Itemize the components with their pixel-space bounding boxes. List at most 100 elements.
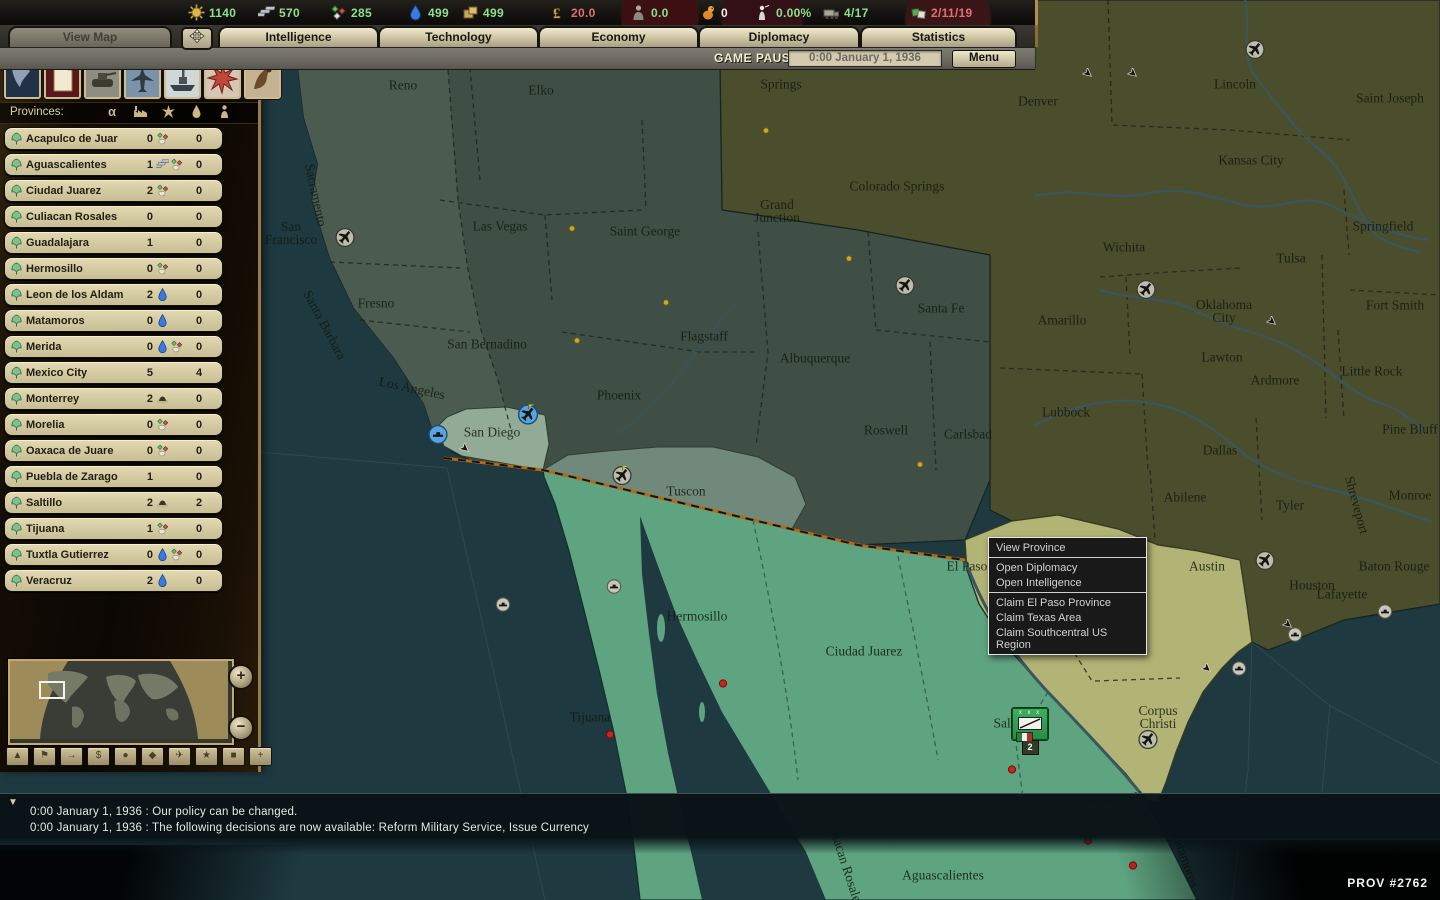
minimap[interactable] [8, 659, 234, 745]
airbase-icon[interactable] [613, 466, 632, 490]
map-mode-victory-button[interactable]: ★ [195, 747, 218, 766]
province-leaf-icon [10, 262, 23, 275]
province-row[interactable]: Saltillo22 [4, 491, 223, 514]
menu-item-claim-southcentral-us-region[interactable]: Claim Southcentral US Region [989, 625, 1146, 652]
menu-item-open-intelligence[interactable]: Open Intelligence [989, 575, 1146, 590]
move-map-button[interactable] [181, 27, 213, 50]
metal-resource-icon [156, 158, 169, 171]
airbase-icon[interactable] [1246, 40, 1265, 64]
province-leaf-icon [10, 496, 23, 509]
tab-view-map[interactable]: View Map [8, 26, 172, 47]
map-mode-terrain-button[interactable]: ▲ [6, 747, 29, 766]
port-icon[interactable] [496, 597, 511, 617]
map-mode-political-button[interactable]: ⚑ [33, 747, 56, 766]
province-row[interactable]: Oaxaca de Juare00 [4, 439, 223, 462]
map-label: Ardmore [1251, 374, 1300, 387]
province-name: Morelia [26, 419, 139, 431]
sort-by-manpower-icon[interactable] [216, 104, 232, 120]
province-row[interactable]: Morelia00 [4, 413, 223, 436]
province-leaf-icon [10, 366, 23, 379]
tab-intelligence[interactable]: Intelligence [218, 26, 379, 47]
provinces-header-label: Provinces: [10, 106, 64, 118]
province-row[interactable]: Tuxtla Gutierrez00 [4, 543, 223, 566]
oil: 499 [407, 3, 449, 22]
map-label: Denver [1018, 95, 1058, 108]
tab-diplomacy[interactable]: Diplomacy [698, 26, 860, 47]
province-row[interactable]: Monterrey20 [4, 387, 223, 410]
airbase-icon[interactable] [1256, 551, 1275, 575]
province-row[interactable]: Ciudad Juarez20 [4, 179, 223, 202]
province-row[interactable]: Mexico City54 [4, 361, 223, 384]
menu-item-view-province[interactable]: View Province [989, 540, 1146, 555]
dissent-icon [755, 4, 772, 21]
resource-dot [846, 249, 853, 267]
airbase-icon[interactable] [896, 276, 915, 300]
resource-value: 285 [351, 6, 372, 20]
province-resource-icons [153, 184, 196, 197]
province-row[interactable]: Puebla de Zarago10 [4, 465, 223, 488]
friendly-airbase-icon[interactable] [518, 405, 538, 430]
tab-statistics[interactable]: Statistics [860, 26, 1017, 47]
province-row[interactable]: Tijuana10 [4, 517, 223, 540]
map-label: Tulsa [1276, 252, 1306, 265]
port-icon[interactable] [607, 579, 622, 599]
sort-by-sort-alpha-icon[interactable]: α [104, 104, 120, 120]
airbase-icon[interactable] [1139, 730, 1158, 754]
province-right-value: 0 [196, 393, 222, 405]
menu-button[interactable]: Menu [952, 50, 1016, 68]
province-row[interactable]: Leon de los Aldam20 [4, 283, 223, 306]
rare-resource-icon [156, 262, 169, 275]
log-collapse-icon[interactable]: ▼ [8, 797, 18, 808]
province-right-value: 0 [196, 211, 222, 223]
zoom-in-button[interactable]: + [228, 664, 254, 690]
province-row[interactable]: Acapulco de Juar00 [4, 127, 223, 150]
map-mode-movement-button[interactable]: → [60, 747, 83, 766]
airbase-icon[interactable] [336, 228, 355, 252]
rare-resource-icon [156, 522, 169, 535]
province-row[interactable]: Hermosillo00 [4, 257, 223, 280]
province-row[interactable]: Aguascalientes10 [4, 153, 223, 176]
map-mode-misc-button[interactable]: + [249, 747, 272, 766]
province-row[interactable]: Guadalajara10 [4, 231, 223, 254]
province-list: Acapulco de Juar00 Aguascalientes10 Ciudad… [4, 127, 223, 595]
army-unit-counter[interactable]: x x x 2 [1012, 708, 1048, 750]
province-leaf-icon [10, 132, 23, 145]
sort-by-points-icon[interactable] [160, 104, 176, 120]
map-label: Ciudad Juarez [826, 645, 903, 658]
port-icon[interactable] [1232, 661, 1247, 681]
province-leaf-icon [10, 288, 23, 301]
map-label: Dallas [1203, 444, 1238, 457]
menu-item-claim-el-paso-province[interactable]: Claim El Paso Province [989, 595, 1146, 610]
dissent: 0.00% [755, 3, 812, 22]
tab-economy[interactable]: Economy [538, 26, 699, 47]
province-row[interactable]: Culiacan Rosales00 [4, 205, 223, 228]
province-row[interactable]: Matamoros00 [4, 309, 223, 332]
map-mode-resources-button[interactable]: ● [114, 747, 137, 766]
map-mode-diplomatic-button[interactable]: ◆ [141, 747, 164, 766]
map-label: El Paso [947, 560, 988, 573]
province-right-value: 0 [196, 549, 222, 561]
resource-dot [663, 293, 670, 311]
menu-item-open-diplomacy[interactable]: Open Diplomacy [989, 560, 1146, 575]
map-mode-economic-button[interactable]: $ [87, 747, 110, 766]
sort-by-factory-icon[interactable] [132, 104, 148, 120]
minimap-viewport[interactable] [39, 681, 65, 699]
province-row[interactable]: Merida00 [4, 335, 223, 358]
map-mode-supply-button[interactable]: ■ [222, 747, 245, 766]
map-label: Tyler [1276, 499, 1304, 512]
sort-by-oil-icon[interactable] [188, 104, 204, 120]
victory-point-dot [719, 675, 728, 693]
zoom-out-button[interactable]: − [228, 715, 254, 741]
friendly-naval-base-icon[interactable] [429, 425, 448, 449]
map-label: Colorado Springs [850, 180, 945, 193]
menu-item-claim-texas-area[interactable]: Claim Texas Area [989, 610, 1146, 625]
map-label: Lincoln [1214, 78, 1256, 91]
province-row[interactable]: Veracruz20 [4, 569, 223, 592]
map-mode-air-button[interactable]: ✈ [168, 747, 191, 766]
map-label: Fresno [358, 297, 395, 310]
airbase-icon[interactable] [1137, 280, 1156, 304]
province-right-value: 2 [196, 497, 222, 509]
resource-dot [763, 121, 770, 139]
tab-technology[interactable]: Technology [378, 26, 539, 47]
port-icon[interactable] [1378, 604, 1393, 624]
